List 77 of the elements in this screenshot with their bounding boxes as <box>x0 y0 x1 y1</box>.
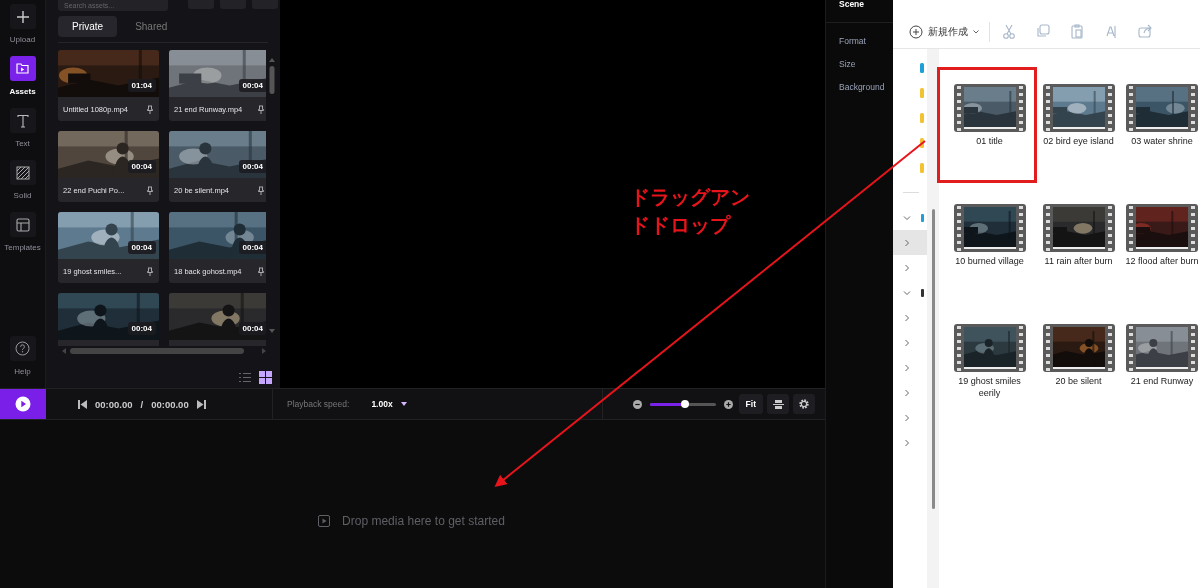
file-item[interactable]: 20 be silent <box>1040 324 1117 387</box>
skip-forward-icon <box>196 399 206 409</box>
duration-badge: 01:04 <box>127 79 156 92</box>
tab[interactable]: Private <box>58 16 118 37</box>
media-icon <box>318 515 331 527</box>
rename-icon[interactable] <box>1104 24 1118 39</box>
property-item[interactable]: Format <box>826 36 893 46</box>
file-item[interactable]: 12 flood after burn <box>1124 204 1200 267</box>
skip-back-button[interactable] <box>78 399 87 409</box>
empty-timeline-message: Drop media here to get started <box>342 514 505 528</box>
sidebar-item[interactable]: Templates <box>4 212 41 252</box>
pin-icon <box>147 185 153 195</box>
align-icon <box>772 398 784 410</box>
hatched-square-icon <box>15 165 30 180</box>
text-tool-icon <box>15 113 30 128</box>
file-item[interactable]: 03 water shrine <box>1124 84 1200 147</box>
pin-icon <box>147 266 153 276</box>
plus-circle-icon <box>909 24 923 39</box>
zoom-out-icon[interactable] <box>632 399 642 409</box>
panel-title: Scene <box>838 0 866 8</box>
play-button[interactable] <box>0 389 46 419</box>
grid-view-icon <box>258 370 272 384</box>
duration-badge: 00:04 <box>238 241 266 254</box>
skip-forward-button[interactable] <box>196 399 206 409</box>
slider-thumb[interactable] <box>680 399 689 408</box>
annotation-text: ドラッグアンドドロップ <box>630 184 750 239</box>
property-item[interactable]: Size <box>826 59 893 69</box>
speed-dropdown[interactable]: 1.00x <box>371 399 407 409</box>
scissors-icon[interactable] <box>1002 24 1016 39</box>
plus-icon <box>15 9 30 24</box>
pin-icon <box>258 104 264 114</box>
zoom-in-icon[interactable] <box>723 399 733 409</box>
asset-card[interactable]: 00:04 <box>169 293 266 346</box>
new-button[interactable]: 新規作成 <box>909 24 979 39</box>
copy-icon[interactable] <box>1036 24 1050 39</box>
folder-play-icon <box>16 63 29 74</box>
file-item[interactable]: 11 rain after burn <box>1040 204 1117 267</box>
view-toggle[interactable] <box>258 370 272 384</box>
duration-badge: 00:04 <box>127 322 156 335</box>
settings-button[interactable] <box>793 394 815 414</box>
duration-badge: 00:04 <box>238 322 266 335</box>
file-item[interactable]: 01 title <box>951 84 1028 147</box>
settings-icon <box>798 398 810 410</box>
total-time: 00:00.00 <box>151 398 189 410</box>
folder-icon[interactable] <box>920 62 924 73</box>
time-separator: / <box>140 398 144 410</box>
help-icon <box>15 341 30 356</box>
fit-button[interactable]: Fit <box>738 394 763 414</box>
caret-icon <box>400 402 407 406</box>
duration-badge: 00:04 <box>127 241 156 254</box>
view-toggle[interactable] <box>238 370 252 384</box>
file-item[interactable]: 10 burned village <box>951 204 1028 267</box>
property-item[interactable]: Background <box>826 82 893 92</box>
clipboard-icon[interactable] <box>1070 24 1084 39</box>
folder-icon[interactable] <box>920 137 924 148</box>
caret-icon <box>973 29 979 34</box>
duration-badge: 00:04 <box>127 160 156 173</box>
skip-back-icon <box>78 399 87 409</box>
pin-icon <box>147 104 153 114</box>
speed-label: Playback speed: <box>287 399 350 409</box>
file-item[interactable]: 02 bird eye island <box>1040 84 1117 147</box>
file-item[interactable]: 21 end Runway <box>1124 324 1200 387</box>
pin-icon <box>258 266 264 276</box>
play-icon <box>15 396 31 412</box>
zoom-slider[interactable] <box>649 402 716 406</box>
list-view-icon <box>239 371 251 383</box>
asset-card[interactable]: 00:04 <box>58 293 159 346</box>
file-item[interactable]: 19 ghost smiles eerily <box>951 324 1028 399</box>
layout-icon <box>15 217 30 232</box>
share-icon[interactable] <box>1138 24 1152 39</box>
scrollbar[interactable] <box>931 209 935 509</box>
duration-badge: 00:04 <box>238 79 266 92</box>
current-time: 00:00.00 <box>95 398 133 410</box>
duration-badge: 00:04 <box>238 160 266 173</box>
pin-icon <box>258 185 264 195</box>
snap-button[interactable] <box>767 394 789 414</box>
tab[interactable]: Shared <box>121 16 182 37</box>
